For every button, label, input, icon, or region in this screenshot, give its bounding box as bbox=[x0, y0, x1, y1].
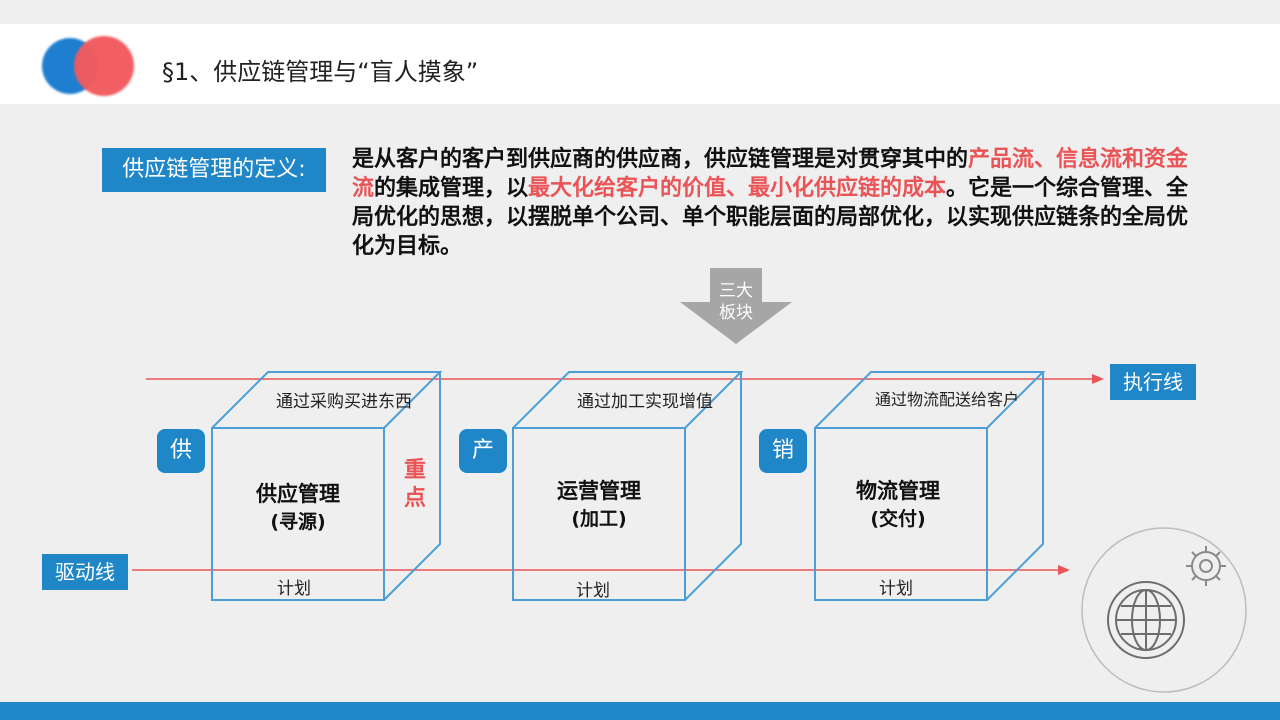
gear-icon bbox=[1186, 546, 1226, 586]
cube-logistics-top-label: 通过物流配送给客户 bbox=[874, 390, 1019, 409]
arrow-label-line1: 三大 bbox=[719, 281, 753, 301]
cube-supply-subtitle: (寻源) bbox=[270, 511, 326, 533]
arrow-label-line2: 板块 bbox=[719, 303, 753, 323]
cube-supply-title: 供应管理 bbox=[256, 482, 340, 506]
execution-arrowhead bbox=[1092, 374, 1104, 384]
supply-chain-diagram: 三大 板块 bbox=[132, 268, 1247, 693]
badge-production: 产 bbox=[459, 429, 507, 473]
cube-operations-subtitle: (加工) bbox=[571, 508, 627, 530]
cube-logistics-title: 物流管理 bbox=[856, 479, 940, 503]
footer-bar bbox=[0, 702, 1280, 720]
cube-supply-bottom-label: 计划 bbox=[277, 579, 311, 599]
cube-operations-bottom-label: 计划 bbox=[576, 581, 610, 601]
cube-operations-top-label: 通过加工实现增值 bbox=[577, 392, 713, 412]
cube-supply-top-label: 通过采购买进东西 bbox=[276, 392, 412, 412]
globe-frame bbox=[1081, 527, 1247, 693]
cube-logistics-bottom-label: 计划 bbox=[879, 579, 913, 599]
driving-line-label: 驱动线 bbox=[42, 554, 128, 590]
cube-logistics-subtitle: (交付) bbox=[870, 508, 926, 530]
execution-line-label: 执行线 bbox=[1110, 364, 1196, 400]
badge-supply: 供 bbox=[157, 429, 205, 473]
globe-icon bbox=[1107, 581, 1185, 659]
cube-operations-title: 运营管理 bbox=[557, 479, 641, 503]
focus-label: 重点 bbox=[403, 458, 426, 511]
driving-arrowhead bbox=[1058, 565, 1070, 575]
badge-sales: 销 bbox=[759, 429, 807, 473]
